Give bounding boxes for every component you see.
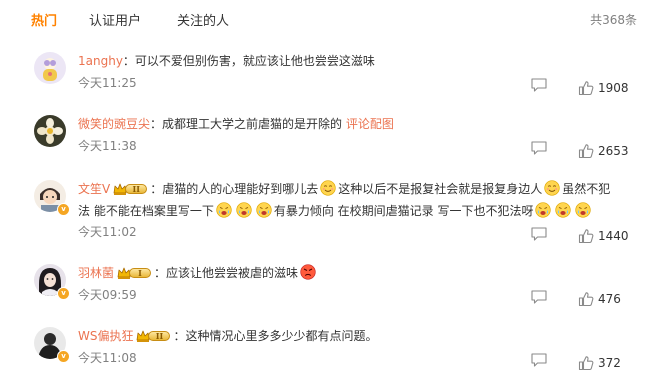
comment-time: 今天11:02 xyxy=(78,225,137,239)
username-link[interactable]: WS偏执狂 xyxy=(78,329,133,343)
like-button[interactable]: 372 xyxy=(578,352,621,368)
reply-icon[interactable] xyxy=(531,78,547,92)
avatar[interactable] xyxy=(34,115,66,147)
comment-time: 今天11:38 xyxy=(78,139,137,153)
comment-text: ：成都理工大学之前虐猫的是开除的 xyxy=(150,117,343,131)
comment-text: 这种以后不是报复社会就是报复身边人 xyxy=(338,182,543,196)
tab-following[interactable]: 关注的人 xyxy=(177,10,229,29)
like-count: 1908 xyxy=(598,80,629,95)
like-count: 372 xyxy=(598,355,621,370)
reply-icon[interactable] xyxy=(531,353,547,367)
verified-badge-icon: v xyxy=(57,350,70,363)
like-button[interactable]: 1908 xyxy=(578,77,629,93)
comment-tabs: 热门 认证用户 关注的人 共368条 xyxy=(0,0,653,38)
like-icon xyxy=(578,355,594,371)
verified-badge-icon: v xyxy=(57,287,70,300)
username-link[interactable]: 1anghy xyxy=(78,54,123,68)
crying-emoji-icon xyxy=(256,202,272,218)
comment-total-count: 共368条 xyxy=(590,13,637,27)
comment-text: ：虐猫的人的心理能好到哪儿去 xyxy=(150,182,319,196)
comment-text: ：应该让他尝尝被虐的滋味 xyxy=(154,266,299,280)
reply-icon[interactable] xyxy=(531,141,547,155)
like-icon xyxy=(578,228,594,244)
username-link[interactable]: 文笙V xyxy=(78,182,110,196)
comment-time: 今天09:59 xyxy=(78,288,137,302)
tab-verified-users[interactable]: 认证用户 xyxy=(89,10,141,29)
angry-emoji-icon xyxy=(300,264,316,280)
comment-text: 有暴力倾向 在校期间虐猫记录 写一下也不犯法呀 xyxy=(273,204,534,218)
medal-level: II xyxy=(148,330,171,341)
like-button[interactable]: 1440 xyxy=(578,225,629,241)
comment-time: 今天11:08 xyxy=(78,351,137,365)
fan-medal-badge[interactable]: II xyxy=(136,329,171,343)
comment-time: 今天11:25 xyxy=(78,76,137,90)
reply-icon[interactable] xyxy=(531,227,547,241)
fan-medal-badge[interactable]: II xyxy=(113,182,148,196)
comment-body: 1anghy：可以不爱但别伤害，就应该让他也尝尝这滋味 xyxy=(78,50,618,72)
username-link[interactable]: 羽林菌 xyxy=(78,266,114,280)
crying-emoji-icon xyxy=(216,202,232,218)
crying-emoji-icon xyxy=(535,202,551,218)
tab-hot[interactable]: 热门 xyxy=(31,10,57,29)
medal-level: I xyxy=(129,267,152,278)
reply-icon[interactable] xyxy=(531,290,547,304)
like-count: 1440 xyxy=(598,228,629,243)
comment-text: ：可以不爱但别伤害，就应该让他也尝尝这滋味 xyxy=(122,54,375,68)
medal-level: II xyxy=(125,183,148,194)
comment-body: 羽林菌 I ：应该让他尝尝被虐的滋味 xyxy=(78,262,618,284)
like-icon xyxy=(578,291,594,307)
verified-badge-icon: v xyxy=(57,203,70,216)
smile-emoji-icon xyxy=(544,180,560,196)
like-button[interactable]: 2653 xyxy=(578,140,629,156)
comment-body: 微笑的豌豆尖：成都理工大学之前虐猫的是开除的 评论配图 xyxy=(78,113,618,135)
crying-emoji-icon xyxy=(236,202,252,218)
username-link[interactable]: 微笑的豌豆尖 xyxy=(78,117,150,131)
crying-emoji-icon xyxy=(575,202,591,218)
smile-emoji-icon xyxy=(320,180,336,196)
avatar[interactable] xyxy=(34,52,66,84)
like-button[interactable]: 476 xyxy=(578,288,621,304)
comment-image-link[interactable]: 评论配图 xyxy=(346,117,394,131)
comment-body: WS偏执狂 II ：这种情况心里多多少少都有点问题。 xyxy=(78,325,618,347)
comment-text: ：这种情况心里多多少少都有点问题。 xyxy=(173,329,378,343)
like-icon xyxy=(578,143,594,159)
fan-medal-badge[interactable]: I xyxy=(117,266,152,280)
like-icon xyxy=(578,80,594,96)
like-count: 476 xyxy=(598,291,621,306)
crying-emoji-icon xyxy=(555,202,571,218)
comment-body: 文笙V II ：虐猫的人的心理能好到哪儿去 这种以后不是报复社会就是报复身边人 虽然不犯… xyxy=(78,178,618,222)
like-count: 2653 xyxy=(598,143,629,158)
